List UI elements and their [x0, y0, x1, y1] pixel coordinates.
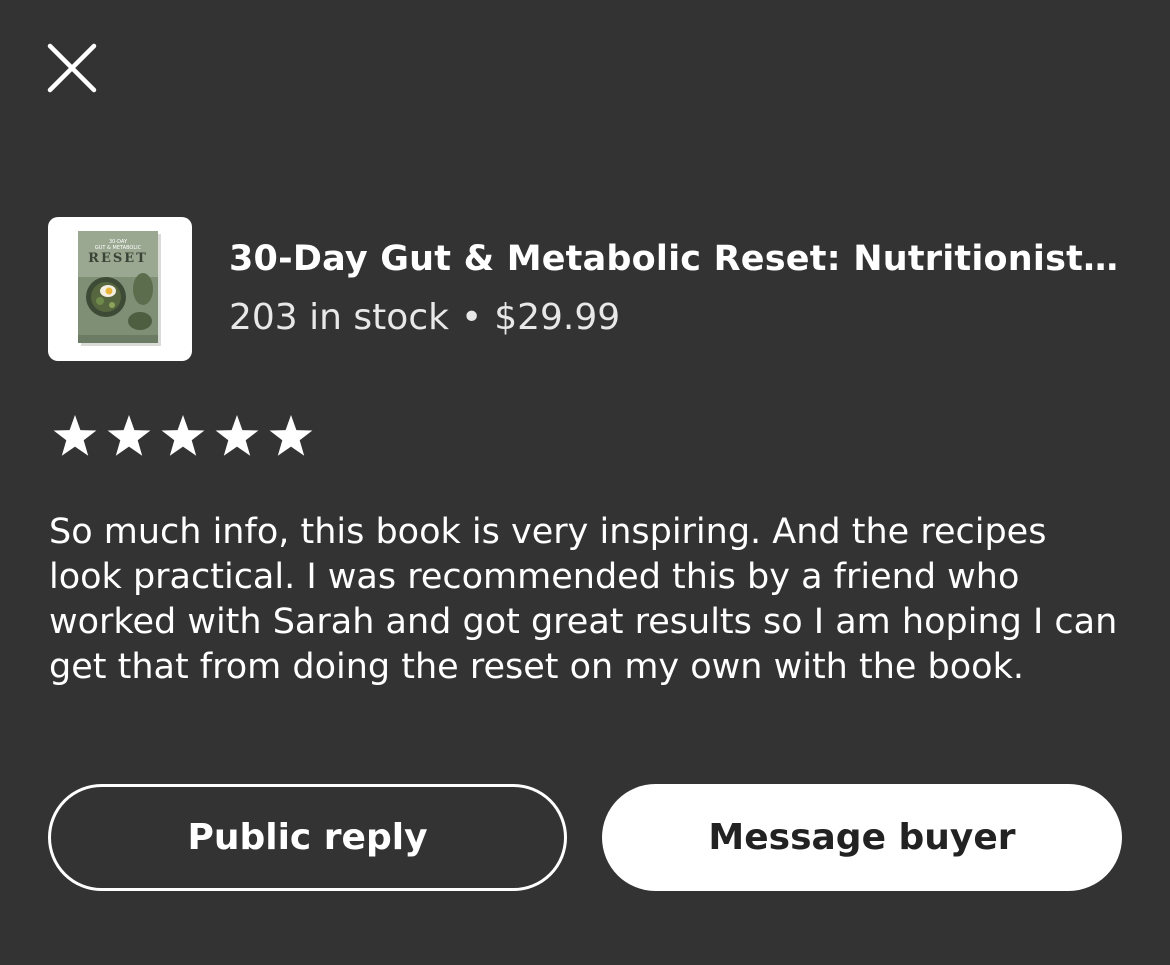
star-icon: [269, 415, 313, 456]
close-button[interactable]: [44, 40, 100, 96]
product-title[interactable]: 30-Day Gut & Metabolic Reset: Nutritioni…: [229, 239, 1119, 279]
product-price: $29.99: [494, 297, 621, 338]
product-meta: 203 in stock • $29.99: [229, 297, 620, 338]
star-icon: [53, 415, 97, 456]
meta-separator: •: [460, 297, 483, 338]
review-text: So much info, this book is very inspirin…: [49, 512, 1118, 687]
star-icon: [215, 415, 259, 456]
close-icon: [47, 43, 97, 93]
book-cover-image: 30-DAY GUT & METABOLIC RESET: [78, 231, 161, 346]
star-rating: [50, 412, 320, 460]
product-thumbnail[interactable]: 30-DAY GUT & METABOLIC RESET: [48, 217, 192, 361]
book-cover-title: RESET: [88, 251, 148, 266]
product-summary: 30-DAY GUT & METABOLIC RESET 30-Day Gut …: [48, 217, 1123, 361]
product-info: 30-Day Gut & Metabolic Reset: Nutritioni…: [229, 217, 1119, 361]
message-buyer-button[interactable]: Message buyer: [602, 784, 1122, 891]
stock-count: 203 in stock: [229, 297, 449, 338]
public-reply-button[interactable]: Public reply: [48, 784, 567, 891]
star-icon: [107, 415, 151, 456]
star-icon: [161, 415, 205, 456]
